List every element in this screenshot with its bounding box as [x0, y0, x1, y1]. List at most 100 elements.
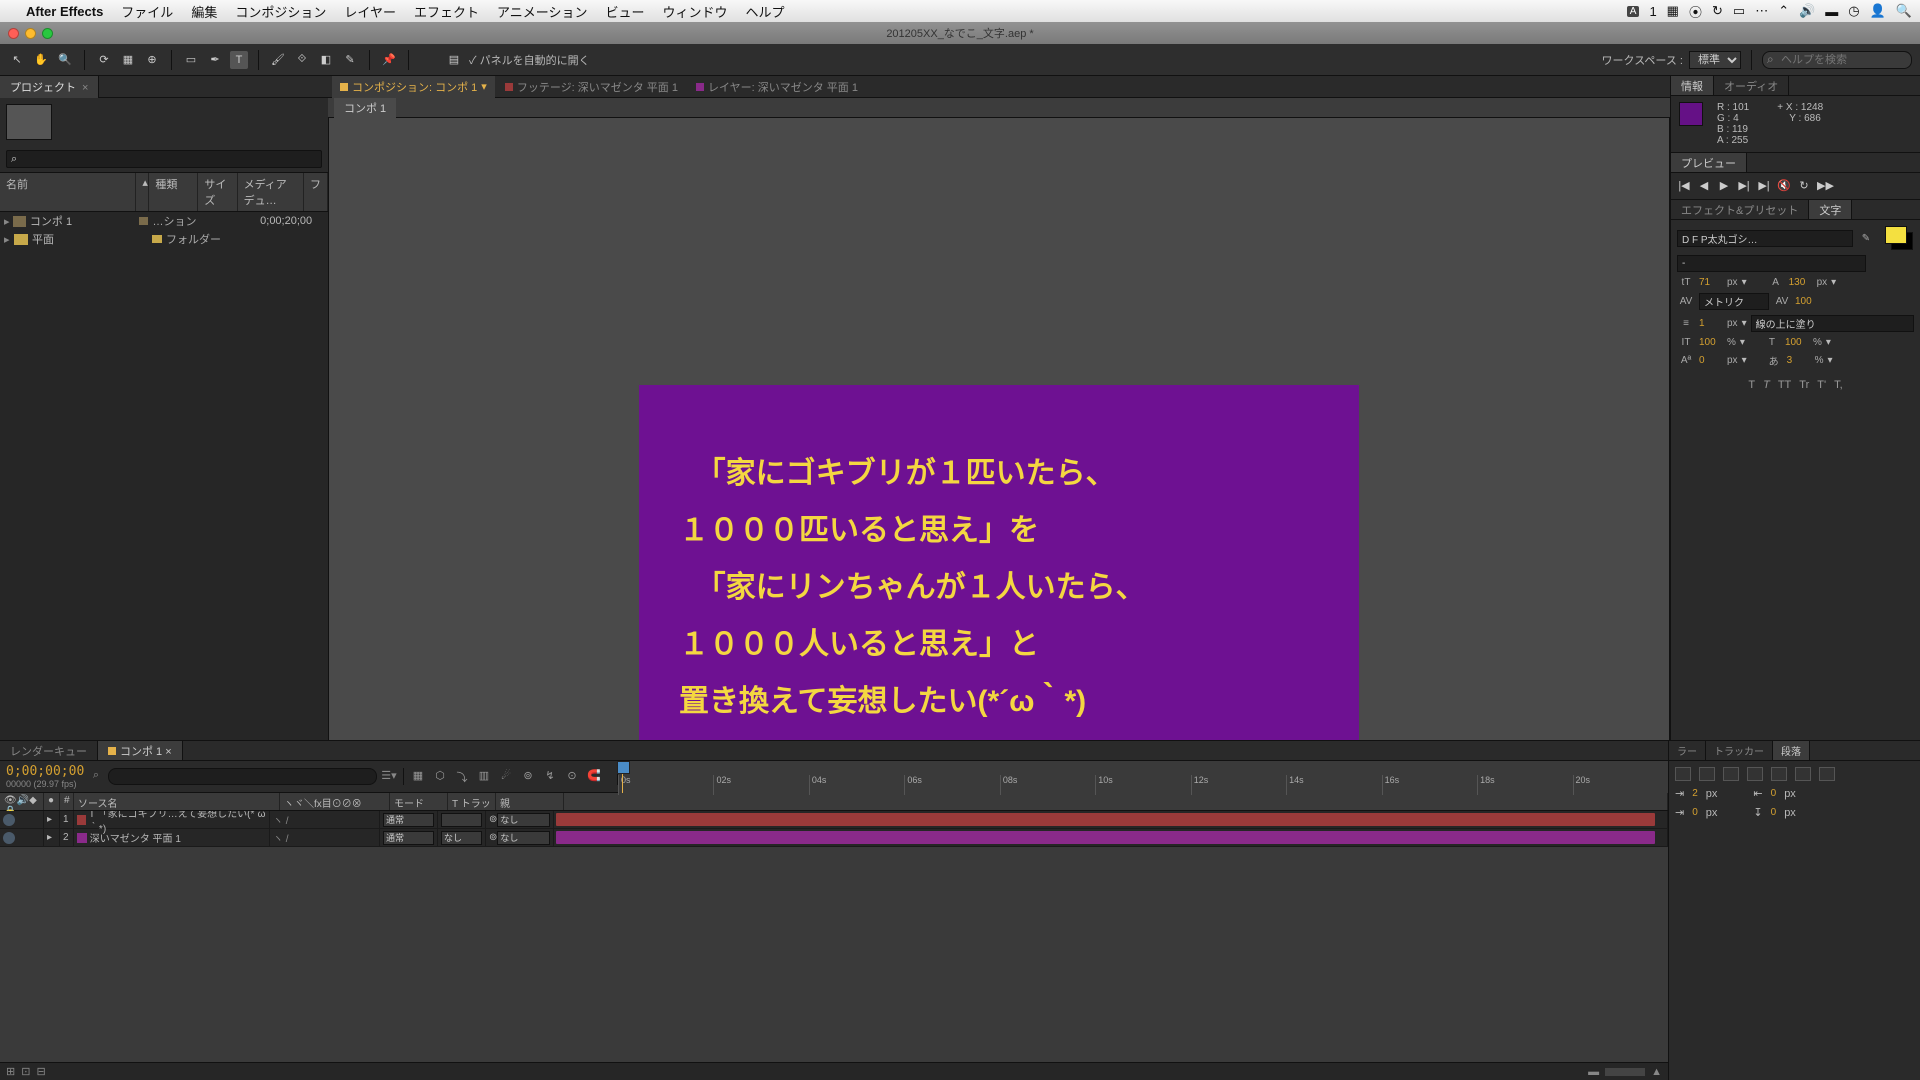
last-frame-button[interactable]: ▶|: [1757, 179, 1771, 193]
indent-left-value[interactable]: 2: [1692, 788, 1698, 799]
play-button[interactable]: ▶: [1717, 179, 1731, 193]
justify-last-center-icon[interactable]: [1771, 767, 1787, 781]
help-search[interactable]: [1762, 51, 1912, 69]
comp-subtab[interactable]: コンポ 1: [334, 98, 396, 118]
zoom-tool[interactable]: 🔍: [56, 51, 74, 69]
menu-edit[interactable]: 編集: [191, 2, 217, 21]
info-tab[interactable]: 情報: [1671, 76, 1714, 95]
sync-icon[interactable]: ↻: [1712, 3, 1723, 19]
menu-window[interactable]: ウィンドウ: [662, 2, 727, 21]
hide-shy-icon[interactable]: ⤵: [454, 769, 470, 785]
effects-presets-tab[interactable]: エフェクト&プリセット: [1671, 200, 1809, 219]
layer-tab[interactable]: レイヤー: 深いマゼンタ 平面 1: [688, 76, 866, 98]
render-queue-tab[interactable]: レンダーキュー: [0, 741, 98, 760]
app-name[interactable]: After Effects: [26, 4, 103, 19]
timeline-search[interactable]: [108, 768, 377, 785]
anchor-tool[interactable]: ⊕: [143, 51, 161, 69]
blend-mode-select[interactable]: 通常: [383, 813, 434, 827]
menu-help[interactable]: ヘルプ: [746, 2, 785, 21]
time-ruler[interactable]: 0s02s 04s06s 08s10s 12s14s 16s18s 20s: [618, 761, 1668, 793]
footage-tab[interactable]: フッテージ: 深いマゼンタ 平面 1: [497, 76, 686, 98]
list-icon[interactable]: ☰▾: [381, 769, 397, 785]
type-tool[interactable]: T: [230, 51, 248, 69]
motion-blur-icon[interactable]: ☄: [498, 769, 514, 785]
stroke-option-select[interactable]: 線の上に塗り: [1751, 315, 1914, 332]
menu-composition[interactable]: コンポジション: [235, 2, 326, 21]
comp-mini-flowchart-icon[interactable]: ▦: [410, 769, 426, 785]
pen-tool[interactable]: ✒: [206, 51, 224, 69]
tracker-tab[interactable]: トラッカー: [1706, 741, 1773, 760]
label-swatch[interactable]: [77, 815, 86, 825]
toggle-xfer-icon[interactable]: ⊟: [36, 1065, 45, 1078]
mute-button[interactable]: 🔇: [1777, 179, 1791, 193]
project-tab[interactable]: プロジェクト×: [0, 76, 99, 98]
menu-view[interactable]: ビュー: [605, 2, 644, 21]
eraser-tool[interactable]: ◧: [317, 51, 335, 69]
type-style-buttons[interactable]: TT TTTr T'T,: [1677, 373, 1914, 397]
project-column-headers[interactable]: 名前 ▴ 種類 サイズ メディアデュ… フ: [0, 172, 328, 212]
leading-value[interactable]: 130: [1789, 277, 1813, 288]
preview-tab[interactable]: プレビュー: [1671, 153, 1747, 172]
menu-animation[interactable]: アニメーション: [497, 2, 587, 21]
toggle-modes-icon[interactable]: ⊡: [21, 1065, 30, 1078]
timeline-timecode[interactable]: 0;00;00;00: [6, 764, 82, 779]
zoom-slider[interactable]: [1605, 1068, 1645, 1076]
justify-last-left-icon[interactable]: [1747, 767, 1763, 781]
vscale-value[interactable]: 100: [1699, 337, 1723, 348]
cc-badge[interactable]: A: [1627, 6, 1640, 17]
indent-right-value[interactable]: 0: [1771, 788, 1777, 799]
character-tab[interactable]: 文字: [1809, 200, 1852, 219]
rect-tool[interactable]: ▭: [182, 51, 200, 69]
project-item-folder[interactable]: ▸ 平面 フォルダー: [0, 230, 328, 248]
baseline-value[interactable]: 0: [1699, 355, 1723, 366]
fill-stroke-swatches[interactable]: [1879, 226, 1914, 250]
roto-tool[interactable]: ✎: [341, 51, 359, 69]
graph-icon[interactable]: ↯: [542, 769, 558, 785]
toggle-switches-icon[interactable]: ⊞: [6, 1065, 15, 1078]
camera-tool[interactable]: ▦: [119, 51, 137, 69]
display-icon[interactable]: ▭: [1733, 3, 1745, 19]
ram-preview-button[interactable]: ▶▶: [1817, 179, 1831, 193]
justify-all-icon[interactable]: [1819, 767, 1835, 781]
timeline-layer-2[interactable]: ▸ 2 深いマゼンタ 平面 1 ヽ / 通常 なし ⊚なし: [0, 829, 1668, 847]
smoother-tab[interactable]: ラー: [1669, 741, 1706, 760]
tracking-value[interactable]: 100: [1795, 296, 1819, 307]
selection-tool[interactable]: ↖: [8, 51, 26, 69]
layer-bar[interactable]: [556, 813, 1655, 826]
project-item-comp[interactable]: ▸ コンポ 1 …ション 0;00;20;00: [0, 212, 328, 230]
comp-tab[interactable]: コンポジション: コンポ 1 ▾: [332, 76, 495, 98]
font-weight-select[interactable]: -: [1677, 255, 1866, 272]
zoom-out-icon[interactable]: ▬: [1588, 1066, 1599, 1078]
timeline-comp-tab[interactable]: コンポ 1 ×: [98, 741, 183, 760]
layer-bar[interactable]: [556, 831, 1655, 844]
audio-tab[interactable]: オーディオ: [1714, 76, 1789, 95]
justify-last-right-icon[interactable]: [1795, 767, 1811, 781]
align-right-icon[interactable]: [1723, 767, 1739, 781]
volume-icon[interactable]: 🔊: [1799, 3, 1815, 19]
menu-file[interactable]: ファイル: [121, 2, 173, 21]
prev-frame-button[interactable]: ◀: [1697, 179, 1711, 193]
next-frame-button[interactable]: ▶|: [1737, 179, 1751, 193]
stroke-width-value[interactable]: 1: [1699, 318, 1723, 329]
visibility-icon[interactable]: [3, 814, 15, 826]
puppet-tool[interactable]: 📌: [380, 51, 398, 69]
label-swatch[interactable]: [77, 833, 87, 843]
status-icon[interactable]: ▦: [1667, 3, 1679, 19]
snap-icon[interactable]: 🧲: [586, 769, 602, 785]
panel-icon[interactable]: ▤: [445, 51, 463, 69]
trkmat-select[interactable]: なし: [441, 831, 482, 845]
input-icon[interactable]: ▬: [1825, 4, 1838, 19]
zoom-in-icon[interactable]: ▲: [1651, 1066, 1662, 1078]
menu-layer[interactable]: レイヤー: [344, 2, 396, 21]
space-after-value[interactable]: 0: [1771, 807, 1777, 818]
dots-icon[interactable]: ⋯: [1755, 3, 1768, 19]
align-left-icon[interactable]: [1675, 767, 1691, 781]
hand-tool[interactable]: ✋: [32, 51, 50, 69]
airplay-icon[interactable]: ⌃: [1778, 3, 1789, 19]
workspace-select[interactable]: 標準: [1689, 51, 1741, 69]
parent-select[interactable]: なし: [497, 831, 550, 845]
auto-key-icon[interactable]: ⊙: [564, 769, 580, 785]
wifi-icon[interactable]: ⦿: [1689, 2, 1702, 21]
eyedropper-icon[interactable]: ✎: [1857, 233, 1875, 244]
clone-tool[interactable]: ⟐: [293, 51, 311, 69]
